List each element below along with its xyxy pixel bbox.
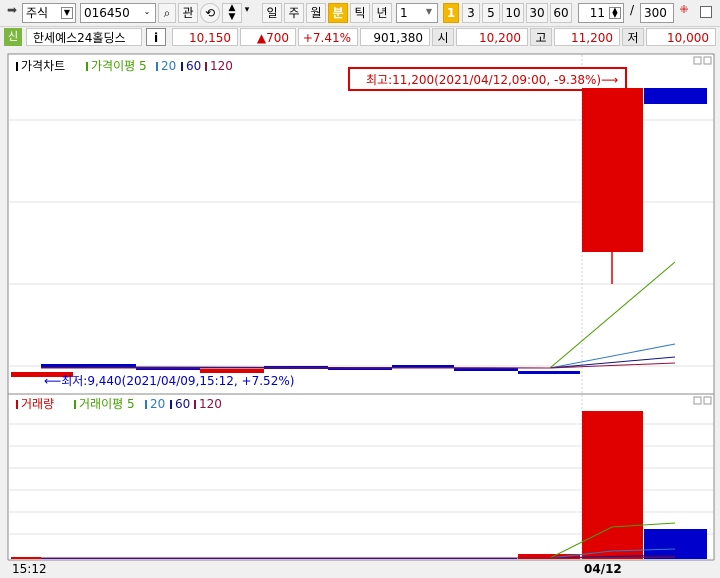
close-icon[interactable] — [703, 56, 712, 65]
price-legend: 가격차트 가격이평 5 20 60 120 — [16, 59, 233, 73]
legend-volume-ma60: 60 — [175, 397, 190, 411]
legend-price-ma20: 20 — [161, 59, 176, 73]
volume-bar — [11, 557, 41, 559]
legend-swatch-ma60 — [181, 62, 183, 71]
market-select-value: 주식 — [26, 6, 49, 20]
enter-icon[interactable]: ➡ — [4, 0, 20, 20]
interval-60[interactable]: 60 — [550, 3, 572, 23]
chevron-down-icon[interactable]: ▼ — [61, 7, 73, 19]
legend-volume: 거래량 — [21, 397, 54, 411]
updown-stepper[interactable]: ▲ ▼ — [222, 3, 242, 23]
search-button[interactable]: ⌕ — [158, 3, 176, 23]
volume-bar — [582, 411, 643, 559]
x-axis-start-label: 15:12 — [12, 562, 47, 576]
period-minute[interactable]: 분 — [328, 3, 348, 23]
interval-5[interactable]: 5 — [482, 3, 500, 23]
legend-price-ma5: 가격이평 5 — [91, 59, 147, 73]
spin-icon[interactable]: ▲ ▼ — [609, 7, 621, 19]
volume-bar — [644, 529, 707, 559]
period-tick[interactable]: 틱 — [350, 3, 370, 23]
legend-volume-ma20: 20 — [150, 397, 165, 411]
interval-3[interactable]: 3 — [462, 3, 480, 23]
candle — [518, 371, 580, 374]
candle — [644, 88, 707, 104]
interval-select[interactable]: 1 ▼ — [396, 3, 438, 23]
interval-10[interactable]: 10 — [502, 3, 524, 23]
credit-badge: 신 — [4, 28, 22, 46]
low-annotation: ⟵최저:9,440(2021/04/09,15:12, +7.52%) — [44, 374, 294, 388]
legend-price-chart: 가격차트 — [21, 59, 65, 73]
legend-swatch-ma20 — [156, 62, 158, 71]
open-label: 시 — [432, 28, 454, 46]
high-annotation: 최고:11,200(2021/04/12,09:00, -9.38%)⟶ — [366, 73, 618, 87]
period-year[interactable]: 년 — [372, 3, 392, 23]
high-label: 고 — [530, 28, 552, 46]
candle — [200, 369, 264, 373]
refresh-icon: ⟲ — [204, 6, 216, 20]
legend-volume-ma120: 120 — [199, 397, 222, 411]
updown-icon: ▲ ▼ — [228, 3, 236, 22]
period-month[interactable]: 월 — [306, 3, 326, 23]
interval-select-value: 1 — [400, 6, 408, 20]
period-week[interactable]: 주 — [284, 3, 304, 23]
legend-volume-ma5: 거래이평 5 — [79, 397, 135, 411]
stock-chart[interactable]: 가격차트 가격이평 5 20 60 120 최고:11,200(2021/04/… — [0, 50, 720, 578]
minimize-icon[interactable] — [693, 396, 702, 405]
code-input[interactable]: 016450 ⌄ — [80, 3, 156, 23]
legend-swatch-ma120 — [205, 62, 207, 71]
candle — [582, 88, 643, 252]
search-icon: ⌕ — [163, 6, 171, 20]
legend-price-ma60: 60 — [186, 59, 201, 73]
change-percent: +7.41% — [298, 28, 358, 46]
price-change: ▲700 — [240, 28, 296, 46]
info-button[interactable]: i — [146, 28, 166, 46]
chevron-down-icon[interactable]: ⌄ — [141, 7, 153, 19]
stock-name: 한세예스24홀딩스 — [26, 28, 142, 46]
toolbar: ➡ 주식 ▼ 016450 ⌄ ⌕ 관 ⟲ ▲ ▼ ▾ 일 주 월 분 틱 년 1… — [0, 0, 720, 26]
minimize-icon[interactable] — [693, 56, 702, 65]
interval-30[interactable]: 30 — [526, 3, 548, 23]
legend-swatch-price — [16, 62, 18, 71]
watch-button[interactable]: 관 — [178, 3, 198, 23]
legend-swatch-ma5 — [86, 62, 88, 71]
x-axis-day-label: 04/12 — [584, 562, 622, 576]
current-price: 10,150 — [172, 28, 238, 46]
interval-1[interactable]: 1 — [443, 3, 459, 23]
period-day[interactable]: 일 — [262, 3, 282, 23]
low-price: 10,000 — [646, 28, 716, 46]
legend-swatch-vma120 — [194, 400, 196, 409]
legend-price-ma120: 120 — [210, 59, 233, 73]
zoom-separator: / — [629, 3, 635, 17]
refresh-button[interactable]: ⟲ — [200, 3, 220, 23]
zoom-count-value: 11 — [589, 6, 605, 20]
chevron-down-icon[interactable]: ▾ — [242, 0, 252, 20]
open-price: 10,200 — [456, 28, 528, 46]
legend-swatch-volume — [16, 400, 18, 409]
zoom-total-input[interactable]: 300 — [640, 3, 674, 23]
zoom-count-input[interactable]: 11 ▲ ▼ — [578, 3, 624, 23]
low-label: 저 — [622, 28, 644, 46]
legend-swatch-vma60 — [170, 400, 172, 409]
code-input-value: 016450 — [84, 6, 130, 20]
chevron-down-icon[interactable]: ▼ — [423, 7, 435, 19]
volume: 901,380 — [360, 28, 430, 46]
zoom-total-value: 300 — [644, 6, 667, 20]
option-checkbox[interactable] — [700, 6, 712, 18]
market-select[interactable]: 주식 ▼ — [22, 3, 76, 23]
settings-grid-icon[interactable]: ⁜ — [676, 0, 692, 20]
high-price: 11,200 — [554, 28, 620, 46]
legend-swatch-vma5 — [74, 400, 76, 409]
close-icon[interactable] — [703, 396, 712, 405]
legend-swatch-vma20 — [145, 400, 147, 409]
